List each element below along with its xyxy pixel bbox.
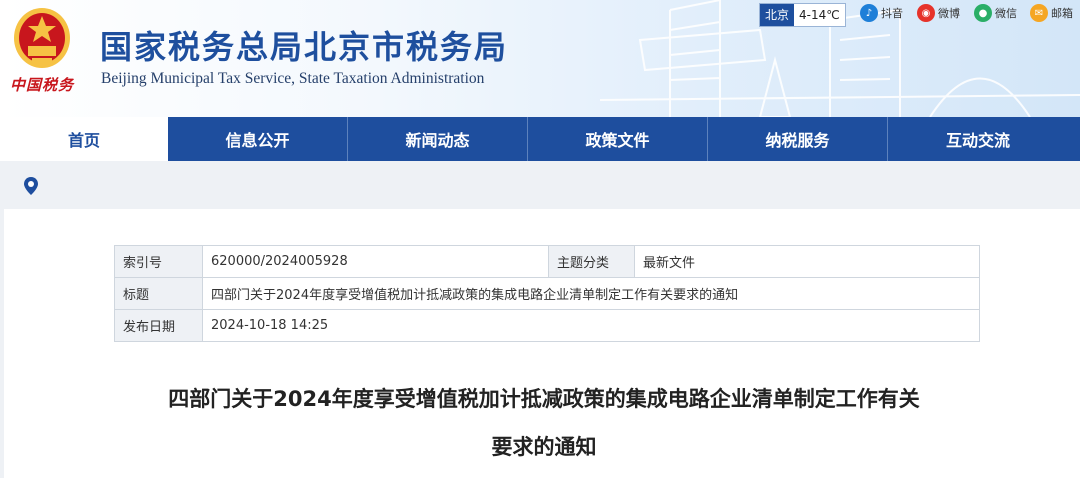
- site-header: 中国税务 国家税务总局北京市税务局 Beijing Municipal Tax …: [0, 0, 1080, 117]
- date-label: 发布日期: [114, 309, 203, 342]
- social-label: 微博: [938, 7, 960, 20]
- social-link-douyin[interactable]: ♪ 抖音: [860, 3, 903, 23]
- nav-item-news[interactable]: 新闻动态: [348, 117, 528, 161]
- main-nav: 首页 信息公开 新闻动态 政策文件 纳税服务 互动交流: [0, 117, 1080, 161]
- category-label: 主题分类: [548, 245, 635, 278]
- title-value: 四部门关于2024年度享受增值税加计抵减政策的集成电路企业清单制定工作有关要求的…: [202, 277, 980, 310]
- site-title[interactable]: 国家税务总局北京市税务局: [100, 22, 508, 68]
- nav-item-interaction[interactable]: 互动交流: [888, 117, 1068, 161]
- mail-icon: ✉: [1030, 4, 1048, 22]
- nav-item-tax-service[interactable]: 纳税服务: [708, 117, 888, 161]
- wechat-icon: ●: [974, 4, 992, 22]
- category-value: 最新文件: [634, 245, 980, 278]
- emblem-caption: 中国税务: [10, 76, 75, 94]
- douyin-icon: ♪: [860, 4, 878, 22]
- article-panel: 索引号 620000/2024005928 主题分类 最新文件 标题 四部门关于…: [4, 209, 1080, 478]
- site-subtitle: Beijing Municipal Tax Service, State Tax…: [101, 70, 485, 87]
- location-pin-icon: [24, 177, 38, 195]
- nav-item-home[interactable]: 首页: [0, 117, 168, 161]
- social-link-mail[interactable]: ✉ 邮箱: [1030, 3, 1073, 23]
- article-title: 四部门关于2024年度享受增值税加计抵减政策的集成电路企业清单制定工作有关 要求…: [64, 375, 1024, 471]
- social-label: 微信: [995, 7, 1017, 20]
- title-label: 标题: [114, 277, 203, 310]
- article-meta-table: 索引号 620000/2024005928 主题分类 最新文件 标题 四部门关于…: [114, 245, 980, 342]
- date-value: 2024-10-18 14:25: [202, 309, 980, 342]
- social-link-wechat[interactable]: ● 微信: [974, 3, 1017, 23]
- article-title-line: 四部门关于2024年度享受增值税加计抵减政策的集成电路企业清单制定工作有关: [168, 387, 920, 411]
- weather-temp: 4-14℃: [799, 8, 840, 22]
- social-label: 抖音: [881, 7, 903, 20]
- weather-widget: 北京 4-14℃: [759, 3, 846, 27]
- table-row: 索引号 620000/2024005928 主题分类 最新文件: [114, 245, 980, 278]
- nav-item-info-disclosure[interactable]: 信息公开: [168, 117, 348, 161]
- weather-city: 北京: [760, 4, 795, 26]
- social-label: 邮箱: [1051, 7, 1073, 20]
- nav-item-policy[interactable]: 政策文件: [528, 117, 708, 161]
- index-value: 620000/2024005928: [202, 245, 549, 278]
- index-label: 索引号: [114, 245, 203, 278]
- tax-emblem-icon: [14, 8, 70, 68]
- article-title-line: 要求的通知: [491, 435, 597, 459]
- table-row: 标题 四部门关于2024年度享受增值税加计抵减政策的集成电路企业清单制定工作有关…: [114, 277, 980, 310]
- weibo-icon: ◉: [917, 4, 935, 22]
- social-link-weibo[interactable]: ◉ 微博: [917, 3, 960, 23]
- table-row: 发布日期 2024-10-18 14:25: [114, 309, 980, 342]
